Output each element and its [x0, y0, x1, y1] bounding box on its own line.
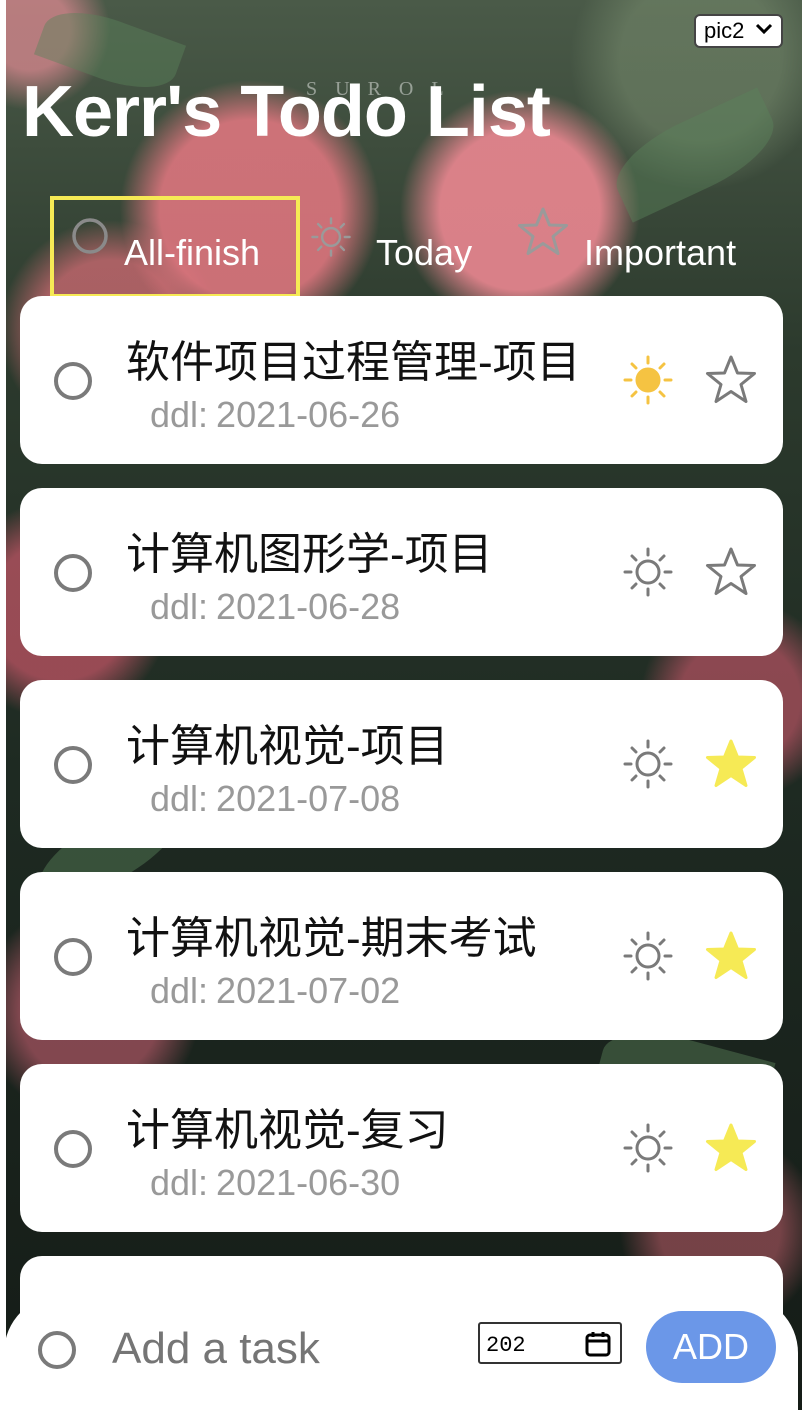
task-deadline-label: ddl:	[150, 970, 209, 1011]
sun-icon[interactable]	[622, 546, 674, 598]
task-deadline: ddl: 2021-06-26	[150, 394, 400, 436]
task-deadline-value: 2021-06-28	[216, 586, 401, 627]
task-deadline: ddl: 2021-07-08	[150, 778, 400, 820]
date-input[interactable]: 202	[478, 1322, 622, 1364]
sun-icon[interactable]	[622, 738, 674, 790]
filter-important[interactable]: Important	[516, 196, 766, 298]
task-name: 计算机视觉-项目	[126, 722, 449, 771]
task-deadline-label: ddl:	[150, 778, 209, 819]
filter-label-all-finish: All-finish	[124, 232, 261, 273]
calendar-icon[interactable]	[584, 1330, 612, 1365]
star-icon[interactable]	[704, 354, 758, 406]
chevron-down-icon	[755, 22, 773, 41]
star-icon[interactable]	[704, 546, 758, 598]
circle-icon	[70, 216, 110, 261]
star-icon[interactable]	[704, 1122, 758, 1174]
complete-toggle-icon[interactable]	[54, 938, 92, 976]
complete-toggle-icon[interactable]	[54, 1130, 92, 1168]
add-task-circle-icon	[38, 1331, 76, 1369]
task-deadline-label: ddl:	[150, 394, 209, 435]
add-button[interactable]: ADD	[646, 1311, 776, 1383]
star-icon[interactable]	[704, 930, 758, 982]
task-deadline: ddl: 2021-07-02	[150, 970, 400, 1012]
add-task-bar: 202 ADD	[4, 1295, 798, 1410]
complete-toggle-icon[interactable]	[54, 746, 92, 784]
task-card[interactable]: 计算机图形学-项目 ddl: 2021-06-28	[20, 488, 783, 656]
task-card[interactable]: 计算机视觉-期末考试 ddl: 2021-07-02	[20, 872, 783, 1040]
filter-today[interactable]: Today	[304, 196, 494, 298]
task-deadline-value: 2021-07-02	[216, 970, 401, 1011]
task-deadline-value: 2021-06-26	[216, 394, 401, 435]
task-deadline: ddl: 2021-06-30	[150, 1162, 400, 1204]
task-deadline-label: ddl:	[150, 1162, 209, 1203]
page-title: Kerr's Todo List	[22, 72, 551, 152]
date-input-value: 202	[486, 1333, 526, 1358]
task-card[interactable]: 计算机视觉-复习 ddl: 2021-06-30	[20, 1064, 783, 1232]
task-name: 计算机视觉-复习	[126, 1106, 449, 1155]
background-select[interactable]: pic2	[694, 14, 783, 48]
task-card[interactable]: 计算机视觉-项目 ddl: 2021-07-08	[20, 680, 783, 848]
complete-toggle-icon[interactable]	[54, 554, 92, 592]
task-deadline: ddl: 2021-06-28	[150, 586, 400, 628]
filter-label-important: Important	[584, 232, 737, 273]
sun-icon[interactable]	[622, 930, 674, 982]
task-deadline-value: 2021-06-30	[216, 1162, 401, 1203]
sun-icon[interactable]	[622, 1122, 674, 1174]
filter-all-finish[interactable]: All-finish	[50, 196, 300, 298]
sun-icon[interactable]	[622, 354, 674, 406]
left-edge	[0, 0, 6, 1410]
star-icon	[516, 206, 570, 263]
task-name: 计算机视觉-期末考试	[126, 914, 537, 963]
task-card[interactable]: 软件项目过程管理-项目 ddl: 2021-06-26	[20, 296, 783, 464]
task-name: 计算机图形学-项目	[126, 530, 493, 579]
sun-icon	[310, 216, 352, 263]
task-deadline-label: ddl:	[150, 586, 209, 627]
filter-label-today: Today	[376, 232, 473, 273]
background-select-value: pic2	[704, 18, 745, 43]
task-name: 软件项目过程管理-项目	[126, 338, 581, 387]
star-icon[interactable]	[704, 738, 758, 790]
add-task-input[interactable]	[112, 1317, 462, 1381]
complete-toggle-icon[interactable]	[54, 362, 92, 400]
task-deadline-value: 2021-07-08	[216, 778, 401, 819]
